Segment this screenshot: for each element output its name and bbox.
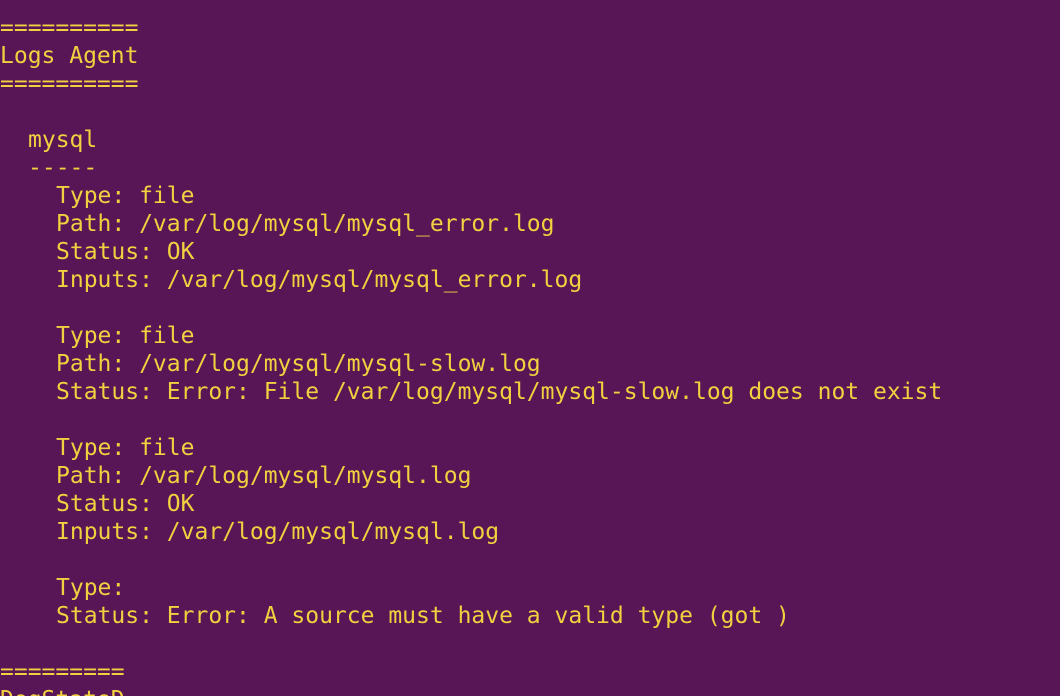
terminal-window[interactable]: ========== Logs Agent ========== mysql -… xyxy=(0,0,1060,696)
section-title: Logs Agent xyxy=(0,43,139,69)
source-type: Type: file xyxy=(56,435,195,461)
source-status: Status: Error: A source must have a vali… xyxy=(56,603,790,629)
source-inputs: Inputs: /var/log/mysql/mysql_error.log xyxy=(56,267,583,293)
source-path: Path: /var/log/mysql/mysql.log xyxy=(56,463,472,489)
source-path: Path: /var/log/mysql/mysql-slow.log xyxy=(56,351,541,377)
source-status: Status: OK xyxy=(56,239,195,265)
next-section-rule: ========= xyxy=(0,659,125,685)
source-type: Type: file xyxy=(56,183,195,209)
source-status: Status: OK xyxy=(56,491,195,517)
source-type: Type: file xyxy=(56,323,195,349)
integration-underline: ----- xyxy=(28,155,98,181)
source-type: Type: xyxy=(56,575,126,601)
section-rule-top: ========== xyxy=(0,15,139,41)
section-rule-bottom: ========== xyxy=(0,71,139,97)
source-status: Status: Error: File /var/log/mysql/mysql… xyxy=(56,379,943,405)
source-inputs: Inputs: /var/log/mysql/mysql.log xyxy=(56,519,500,545)
next-section-title: DogStatsD xyxy=(0,686,125,696)
source-path: Path: /var/log/mysql/mysql_error.log xyxy=(56,211,555,237)
integration-name: mysql xyxy=(28,127,98,153)
